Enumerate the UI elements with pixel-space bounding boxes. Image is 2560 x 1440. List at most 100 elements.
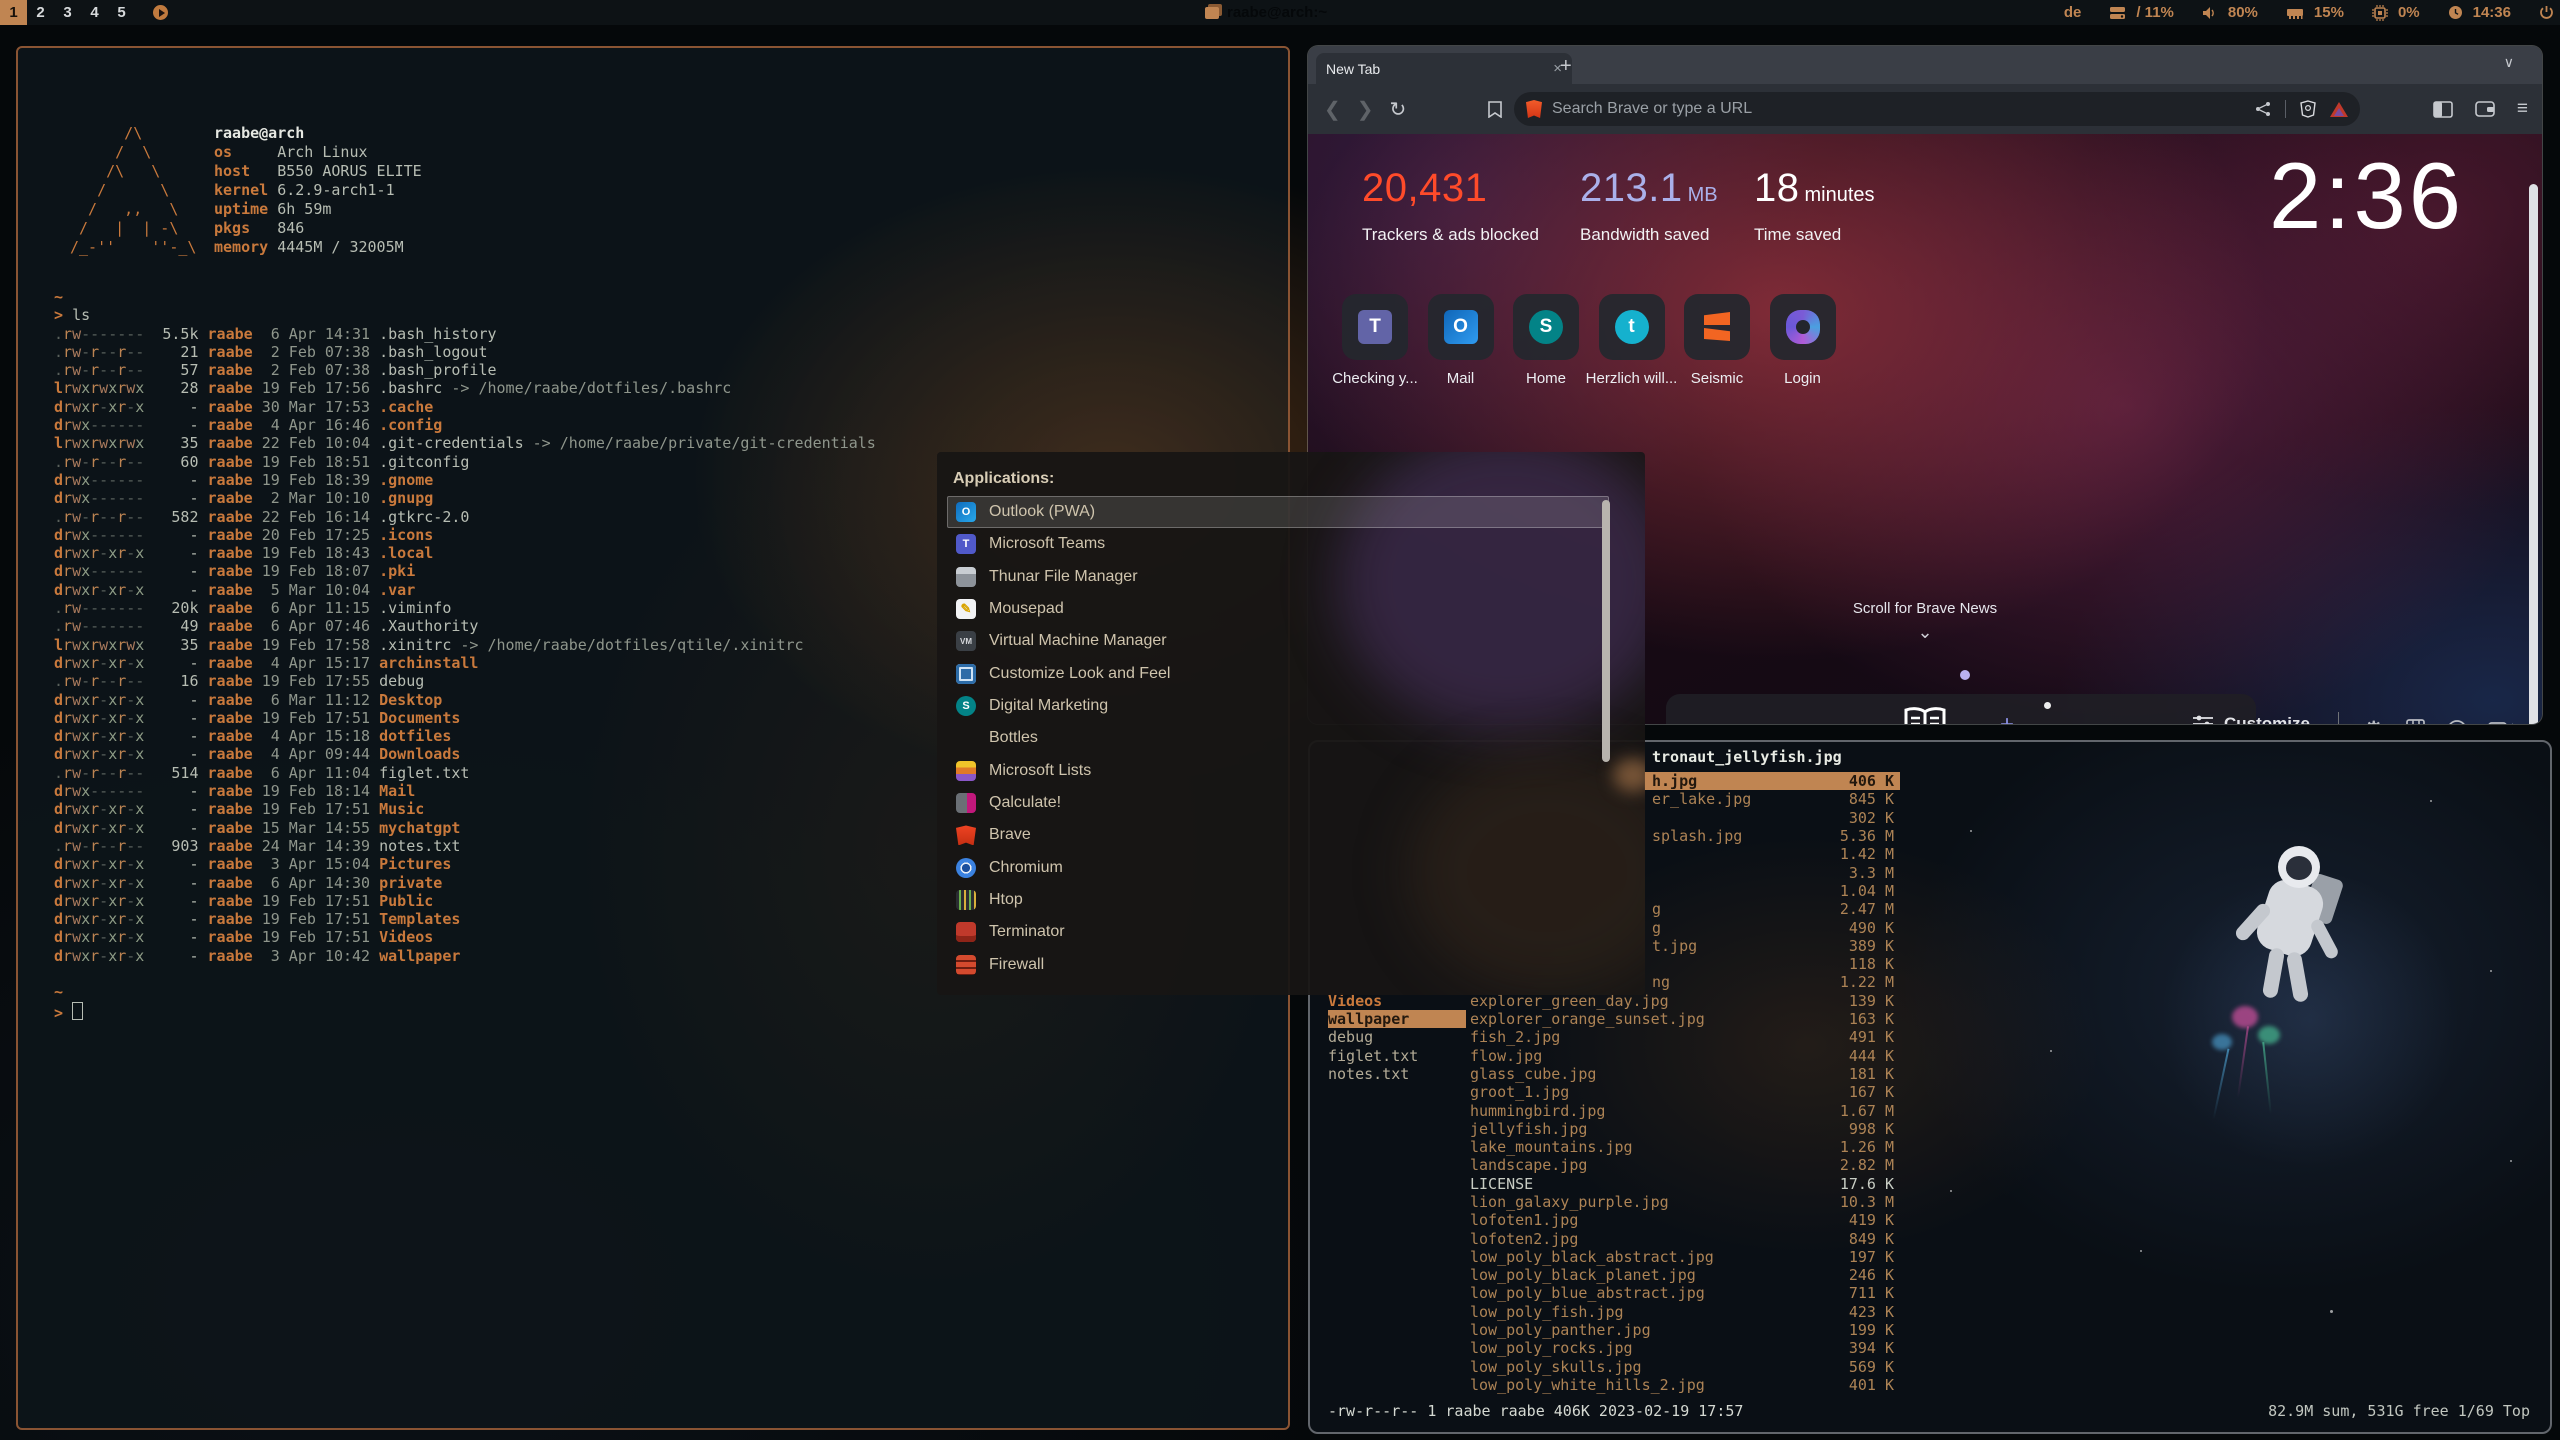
- reload-icon[interactable]: ↻: [1390, 97, 1407, 122]
- forward-icon[interactable]: ❯: [1357, 97, 1374, 122]
- fm-row[interactable]: flow.jpg444 K: [1470, 1046, 1900, 1064]
- fm-row[interactable]: t.jpg389 K: [1644, 937, 1900, 955]
- fm-row[interactable]: jellyfish.jpg998 K: [1470, 1120, 1900, 1138]
- launcher-item-brave[interactable]: Brave: [947, 819, 1609, 851]
- ls-row: drwxr-xr-x - raabe 4 Apr 09:44 Downloads: [54, 745, 876, 763]
- htop-icon: [956, 890, 976, 910]
- workspace-2[interactable]: 2: [27, 0, 54, 25]
- power-icon[interactable]: [2539, 5, 2554, 20]
- fm-row[interactable]: er_lake.jpg845 K: [1644, 790, 1900, 808]
- customize-button[interactable]: Customize: [2192, 714, 2310, 724]
- fm-row[interactable]: splash.jpg5.36 M: [1644, 827, 1900, 845]
- top-site-seismic[interactable]: [1684, 294, 1750, 360]
- launcher-item-vmm[interactable]: VMVirtual Machine Manager: [947, 625, 1609, 657]
- fm-parent-row[interactable]: figlet.txt: [1328, 1046, 1466, 1064]
- workspace-5[interactable]: 5: [108, 0, 135, 25]
- top-site-label: Checking y...: [1327, 370, 1423, 387]
- ls-row: lrwxrwxrwx 28 raabe 19 Feb 17:56 .bashrc…: [54, 379, 876, 397]
- thunar-icon: [956, 567, 976, 587]
- new-tab-button[interactable]: +: [1560, 56, 1572, 76]
- fm-row[interactable]: ng1.22 M: [1644, 973, 1900, 991]
- fm-row[interactable]: low_poly_skulls.jpg569 K: [1470, 1358, 1900, 1376]
- launcher-item-mousepad[interactable]: ✎Mousepad: [947, 593, 1609, 625]
- fm-row[interactable]: lofoten2.jpg849 K: [1470, 1229, 1900, 1247]
- workspace-3[interactable]: 3: [54, 0, 81, 25]
- launcher-item-lists[interactable]: Microsoft Lists: [947, 755, 1609, 787]
- ls-row: .rw-r--r-- 514 raabe 6 Apr 11:04 figlet.…: [54, 764, 876, 782]
- fm-row[interactable]: g2.47 M: [1644, 900, 1900, 918]
- tab-new-tab[interactable]: New Tab ×: [1316, 53, 1572, 84]
- clock-icon: [2448, 5, 2463, 20]
- fm-row[interactable]: lake_mountains.jpg1.26 M: [1470, 1138, 1900, 1156]
- launcher-item-lookfeel[interactable]: Customize Look and Feel: [947, 658, 1609, 690]
- top-site-tumblr[interactable]: t: [1599, 294, 1665, 360]
- fm-row[interactable]: landscape.jpg2.82 M: [1470, 1156, 1900, 1174]
- workspace-4[interactable]: 4: [81, 0, 108, 25]
- launcher-item-teams[interactable]: TMicrosoft Teams: [947, 528, 1609, 560]
- fm-row[interactable]: fish_2.jpg491 K: [1470, 1028, 1900, 1046]
- fm-row[interactable]: LICENSE17.6 K: [1470, 1175, 1900, 1193]
- launcher-scrollbar[interactable]: [1602, 500, 1610, 762]
- launcher-item-chromium[interactable]: Chromium: [947, 852, 1609, 884]
- brave-news-peek-panel[interactable]: [1666, 694, 2256, 724]
- fm-row[interactable]: low_poly_black_abstract.jpg197 K: [1470, 1248, 1900, 1266]
- browser-scrollbar[interactable]: ▼: [2529, 184, 2538, 724]
- settings-gear-icon[interactable]: ⚙: [2363, 716, 2385, 725]
- launcher-icon[interactable]: [153, 5, 168, 20]
- fm-row[interactable]: 1.42 M: [1644, 845, 1900, 863]
- launcher-item-label: Thunar File Manager: [989, 568, 1138, 586]
- fm-row[interactable]: low_poly_blue_abstract.jpg711 K: [1470, 1284, 1900, 1302]
- qtile-top-bar: 12345 raabe@arch:~ de / 11% 80% 15% 0% 1…: [0, 0, 2560, 25]
- launcher-item-qalculate[interactable]: Qalculate!: [947, 787, 1609, 819]
- screenshot-camera-icon[interactable]: [2488, 721, 2513, 725]
- launcher-item-digital[interactable]: SDigital Marketing: [947, 690, 1609, 722]
- fm-row[interactable]: low_poly_rocks.jpg394 K: [1470, 1339, 1900, 1357]
- menu-icon[interactable]: ≡: [2517, 98, 2528, 120]
- top-site-m365[interactable]: [1770, 294, 1836, 360]
- fm-parent-row[interactable]: notes.txt: [1328, 1065, 1466, 1083]
- fm-row[interactable]: 1.04 M: [1644, 882, 1900, 900]
- sidebar-icon[interactable]: [2433, 101, 2453, 118]
- fm-row[interactable]: low_poly_white_hills_2.jpg401 K: [1470, 1376, 1900, 1394]
- fm-row[interactable]: low_poly_black_planet.jpg246 K: [1470, 1266, 1900, 1284]
- bookmarks-book-icon[interactable]: [2405, 719, 2426, 724]
- brave-rewards-icon[interactable]: [2330, 102, 2348, 117]
- fm-row[interactable]: explorer_orange_sunset.jpg163 K: [1470, 1010, 1900, 1028]
- launcher-item-outlook[interactable]: OOutlook (PWA): [947, 496, 1609, 528]
- share-icon[interactable]: [2255, 101, 2271, 117]
- top-site-teams[interactable]: T: [1342, 294, 1408, 360]
- fm-row[interactable]: glass_cube.jpg181 K: [1470, 1065, 1900, 1083]
- fm-row[interactable]: groot_1.jpg167 K: [1470, 1083, 1900, 1101]
- launcher-item-label: Qalculate!: [989, 794, 1061, 812]
- fm-row[interactable]: lofoten1.jpg419 K: [1470, 1211, 1900, 1229]
- wallet-icon[interactable]: [2475, 101, 2495, 117]
- top-site-sharepoint[interactable]: S: [1513, 294, 1579, 360]
- fm-row[interactable]: g490 K: [1644, 918, 1900, 936]
- fm-row[interactable]: hummingbird.jpg1.67 M: [1470, 1101, 1900, 1119]
- launcher-item-terminator[interactable]: Terminator: [947, 916, 1609, 948]
- brave-shields-icon[interactable]: [2300, 100, 2316, 118]
- launcher-item-bottles[interactable]: Bottles: [947, 722, 1609, 754]
- workspace-1[interactable]: 1: [0, 0, 27, 25]
- fm-row[interactable]: h.jpg406 K: [1644, 772, 1900, 790]
- back-icon[interactable]: ❮: [1324, 97, 1341, 122]
- history-icon[interactable]: [2446, 719, 2468, 724]
- launcher-item-firewall[interactable]: Firewall: [947, 949, 1609, 981]
- fm-row[interactable]: 118 K: [1644, 955, 1900, 973]
- launcher-item-htop[interactable]: Htop: [947, 884, 1609, 916]
- fm-row[interactable]: low_poly_panther.jpg199 K: [1470, 1321, 1900, 1339]
- fm-row[interactable]: low_poly_fish.jpg423 K: [1470, 1303, 1900, 1321]
- tab-search-chevron-icon[interactable]: ∨: [2504, 54, 2514, 71]
- fm-parent-row[interactable]: debug: [1328, 1028, 1466, 1046]
- ls-row: drwxr-xr-x - raabe 19 Feb 17:51 Template…: [54, 910, 876, 928]
- launcher-item-list: OOutlook (PWA)TMicrosoft Teams Thunar Fil…: [947, 496, 1609, 981]
- top-site-outlook[interactable]: O: [1428, 294, 1494, 360]
- fm-row[interactable]: 3.3 M: [1644, 863, 1900, 881]
- fm-parent-row[interactable]: wallpaper: [1328, 1010, 1466, 1028]
- url-bar[interactable]: Search Brave or type a URL: [1514, 92, 2360, 126]
- fm-row[interactable]: lion_galaxy_purple.jpg10.3 M: [1470, 1193, 1900, 1211]
- launcher-item-thunar[interactable]: Thunar File Manager: [947, 561, 1609, 593]
- fm-row[interactable]: 302 K: [1644, 809, 1900, 827]
- bookmarks-icon[interactable]: [1488, 101, 1502, 118]
- seismic-icon: [1700, 310, 1734, 344]
